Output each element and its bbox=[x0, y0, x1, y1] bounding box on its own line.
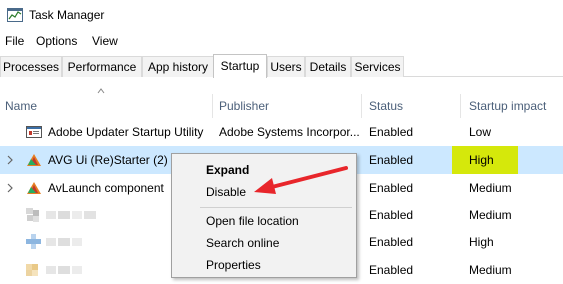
menu-file[interactable]: File bbox=[5, 34, 24, 48]
column-divider[interactable] bbox=[361, 94, 362, 118]
tab-services[interactable]: Services bbox=[351, 56, 404, 77]
row-name: AvLaunch component bbox=[48, 181, 164, 195]
row-impact: Medium bbox=[469, 208, 512, 222]
row-impact: Medium bbox=[469, 181, 512, 195]
tab-details[interactable]: Details bbox=[305, 56, 351, 77]
menu-item-disable[interactable]: Disable bbox=[206, 185, 246, 199]
menu-options[interactable]: Options bbox=[36, 34, 77, 48]
chevron-right-icon[interactable] bbox=[6, 182, 14, 194]
tab-bar: Processes Performance App history Startu… bbox=[0, 54, 563, 78]
chevron-right-icon[interactable] bbox=[6, 154, 14, 166]
row-name: AVG Ui (Re)Starter (2) bbox=[48, 153, 168, 167]
column-publisher[interactable]: Publisher bbox=[219, 99, 269, 113]
table-row[interactable]: Adobe Updater Startup Utility Adobe Syst… bbox=[0, 120, 563, 144]
tab-performance[interactable]: Performance bbox=[62, 56, 142, 77]
row-status: Enabled bbox=[369, 263, 414, 277]
row-status: Enabled bbox=[369, 208, 414, 222]
row-status: Enabled bbox=[369, 125, 414, 139]
row-impact: High bbox=[469, 235, 494, 249]
window-app-icon bbox=[26, 126, 42, 138]
column-header: Name Publisher Status Startup impact bbox=[0, 94, 563, 118]
menu-item-open-file-location[interactable]: Open file location bbox=[206, 214, 299, 228]
menu-item-expand[interactable]: Expand bbox=[206, 163, 249, 177]
row-name: Adobe Updater Startup Utility bbox=[48, 125, 204, 139]
column-divider[interactable] bbox=[460, 94, 461, 118]
window-title: Task Manager bbox=[29, 8, 105, 22]
tab-users[interactable]: Users bbox=[267, 56, 305, 77]
row-impact: Low bbox=[469, 125, 492, 139]
menu-item-properties[interactable]: Properties bbox=[206, 258, 261, 272]
row-publisher: Adobe Systems Incorpor... bbox=[219, 125, 359, 139]
column-status[interactable]: Status bbox=[369, 99, 403, 113]
task-manager-icon bbox=[7, 8, 23, 22]
tab-startup[interactable]: Startup bbox=[213, 54, 267, 78]
avg-icon bbox=[27, 154, 41, 166]
menu-bar: File Options View bbox=[0, 31, 563, 51]
row-impact: High bbox=[469, 153, 494, 167]
avg-icon bbox=[27, 182, 41, 194]
blurred-app-icon bbox=[26, 264, 82, 276]
column-divider[interactable] bbox=[212, 94, 213, 118]
blurred-app-icon bbox=[26, 208, 96, 222]
tab-app-history[interactable]: App history bbox=[142, 56, 214, 77]
context-menu: Expand Disable Open file location Search… bbox=[171, 153, 357, 278]
column-name[interactable]: Name bbox=[5, 99, 37, 113]
column-startup-impact[interactable]: Startup impact bbox=[469, 99, 546, 113]
row-status: Enabled bbox=[369, 153, 414, 167]
menu-view[interactable]: View bbox=[92, 34, 118, 48]
row-impact: Medium bbox=[469, 263, 512, 277]
blurred-app-icon bbox=[26, 234, 82, 249]
row-status: Enabled bbox=[369, 235, 414, 249]
title-bar: Task Manager bbox=[0, 0, 563, 30]
tab-processes[interactable]: Processes bbox=[0, 56, 62, 77]
row-status: Enabled bbox=[369, 181, 414, 195]
menu-separator bbox=[200, 207, 352, 208]
menu-item-search-online[interactable]: Search online bbox=[206, 236, 279, 250]
